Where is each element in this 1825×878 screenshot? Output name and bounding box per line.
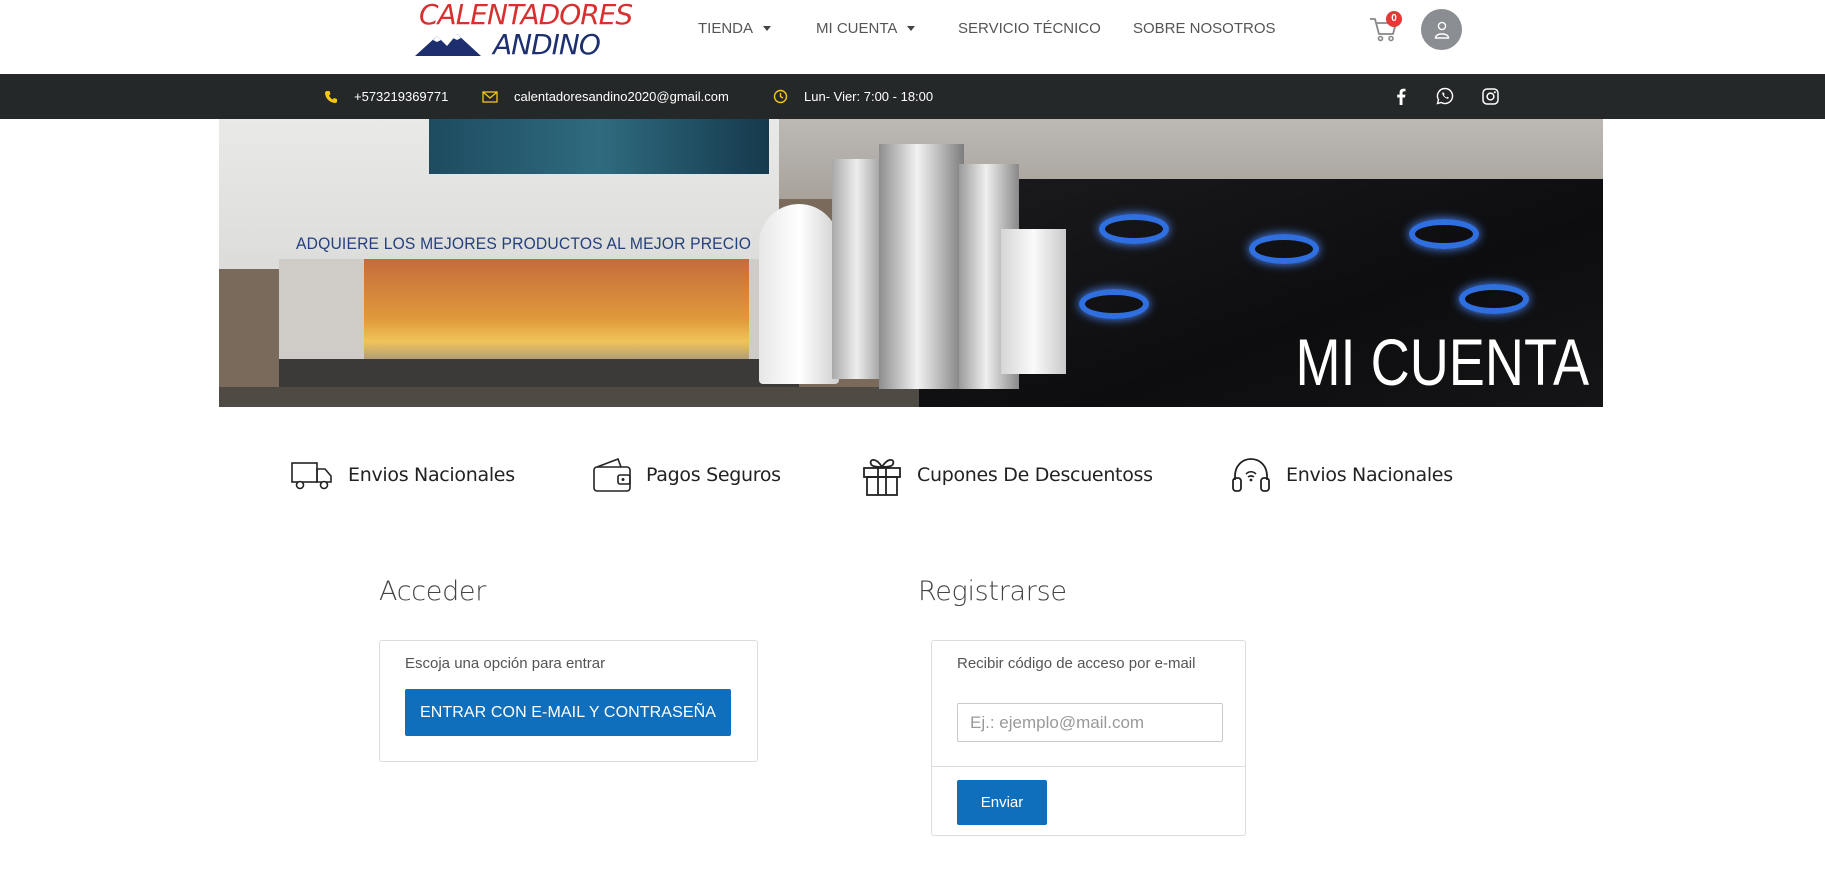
- hours-text: Lun- Vier: 7:00 - 18:00: [804, 89, 934, 104]
- banner-painting: [429, 119, 769, 174]
- feature-soporte: Envios Nacionales: [1230, 455, 1453, 495]
- headphones-icon: [1232, 458, 1270, 492]
- register-email-input[interactable]: [957, 703, 1223, 742]
- truck-icon: [291, 462, 332, 490]
- facebook-icon[interactable]: [1391, 86, 1411, 106]
- feature-label: Cupones De Descuentoss: [917, 464, 1153, 486]
- phone-text: +573219369771: [354, 89, 449, 104]
- nav-mi-cuenta[interactable]: MI CUENTA: [816, 20, 916, 37]
- banner-tagline: ADQUIERE LOS MEJORES PRODUCTOS AL MEJOR …: [296, 234, 752, 253]
- user-avatar-button[interactable]: [1421, 9, 1462, 50]
- feature-cupones: Cupones De Descuentoss: [861, 455, 1153, 496]
- feature-envios: Envios Nacionales: [290, 455, 515, 495]
- gift-icon: [863, 458, 901, 496]
- burner-icon: [1409, 219, 1479, 249]
- instagram-icon[interactable]: [1480, 86, 1500, 106]
- nav-tienda-label: TIENDA: [698, 20, 754, 37]
- logo-bottom-text: ANDINO: [493, 28, 601, 61]
- feature-label: Envios Nacionales: [348, 464, 515, 486]
- burner-icon: [1099, 214, 1169, 244]
- send-button[interactable]: Enviar: [957, 780, 1047, 825]
- heater-product: [759, 204, 839, 384]
- banner-fireplace: [364, 259, 749, 369]
- page-title: MI CUENTA: [1295, 325, 1589, 399]
- nav-sobre-label: SOBRE NOSOTROS: [1133, 20, 1276, 37]
- heater-product: [1001, 229, 1066, 374]
- login-card: Escoja una opción para entrar ENTRAR CON…: [379, 640, 758, 762]
- banner-fireplace-base: [279, 359, 799, 389]
- email-text: calentadoresandino2020@gmail.com: [514, 89, 729, 104]
- contact-hours: Lun- Vier: 7:00 - 18:00: [773, 74, 933, 119]
- nav-servicio-tecnico[interactable]: SERVICIO TÉCNICO: [958, 20, 1101, 37]
- login-title: Acceder: [379, 576, 487, 607]
- login-instruction: Escoja una opción para entrar: [405, 655, 606, 672]
- whatsapp-icon[interactable]: [1435, 86, 1455, 106]
- register-title: Registrarse: [918, 576, 1067, 607]
- register-instruction: Recibir código de acceso por e-mail: [957, 655, 1196, 672]
- contact-email[interactable]: calentadoresandino2020@gmail.com: [482, 74, 729, 119]
- burner-icon: [1079, 289, 1149, 319]
- contact-bar: +573219369771 calentadoresandino2020@gma…: [0, 74, 1825, 119]
- phone-icon: [325, 90, 337, 103]
- register-card: Recibir código de acceso por e-mail Envi…: [931, 640, 1246, 836]
- logo-top-text: CALENTADORES: [419, 0, 633, 31]
- caret-down-icon: [763, 26, 772, 31]
- mail-icon: [482, 90, 498, 103]
- clock-icon: [773, 89, 788, 104]
- cart-count-badge: 0: [1386, 11, 1402, 27]
- banner-floor: [219, 387, 919, 407]
- burner-icon: [1459, 284, 1529, 314]
- nav-sobre-nosotros[interactable]: SOBRE NOSOTROS: [1133, 20, 1276, 37]
- hero-banner: ADQUIERE LOS MEJORES PRODUCTOS AL MEJOR …: [219, 119, 1603, 407]
- site-logo[interactable]: CALENTADORES ANDINO: [415, 0, 633, 61]
- nav-tienda[interactable]: TIENDA: [698, 20, 772, 37]
- wallet-icon: [593, 457, 631, 492]
- feature-pagos: Pagos Seguros: [592, 455, 781, 495]
- card-divider: [932, 766, 1245, 767]
- user-icon: [1434, 21, 1449, 39]
- feature-label: Envios Nacionales: [1286, 464, 1453, 486]
- feature-label: Pagos Seguros: [646, 464, 781, 486]
- mountain-icon: [415, 34, 481, 56]
- nav-mi-cuenta-label: MI CUENTA: [816, 20, 898, 37]
- login-email-password-button[interactable]: ENTRAR CON E-MAIL Y CONTRASEÑA: [405, 689, 731, 736]
- site-header: CALENTADORES ANDINO TIENDA MI CUENTA SER…: [0, 0, 1825, 74]
- heater-product: [879, 144, 964, 389]
- burner-icon: [1249, 234, 1319, 264]
- contact-phone[interactable]: +573219369771: [324, 74, 448, 119]
- caret-down-icon: [907, 26, 916, 31]
- nav-servicio-label: SERVICIO TÉCNICO: [958, 20, 1101, 37]
